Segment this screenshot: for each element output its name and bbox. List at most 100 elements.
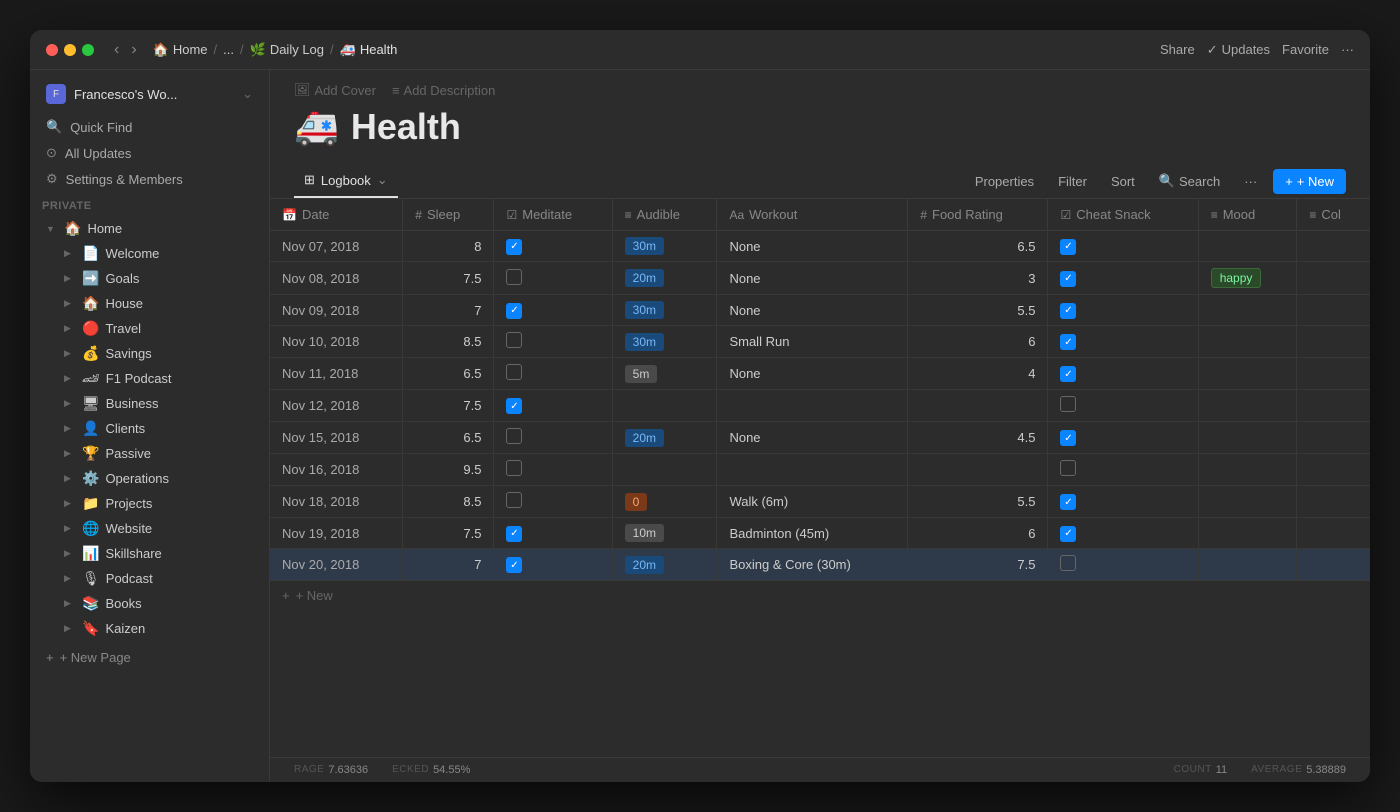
col-cheat-snack[interactable]: ☑ Cheat Snack xyxy=(1048,199,1198,231)
sidebar-item-travel[interactable]: ▶ 🔴 Travel xyxy=(34,316,265,341)
sidebar-item-f1podcast[interactable]: ▶ 🏎 F1 Podcast xyxy=(34,366,265,391)
cell-meditate[interactable] xyxy=(494,422,612,454)
cell-cheat-snack[interactable]: ✓ xyxy=(1048,486,1198,518)
cell-cheat-snack[interactable] xyxy=(1048,390,1198,422)
daily-log-icon: 🌿 xyxy=(250,42,266,58)
cell-meditate[interactable] xyxy=(494,454,612,486)
col-sleep[interactable]: # Sleep xyxy=(403,199,494,231)
cell-cheat-snack[interactable]: ✓ xyxy=(1048,358,1198,390)
sidebar-item-operations[interactable]: ▶ ⚙️ Operations xyxy=(34,466,265,491)
cell-meditate[interactable] xyxy=(494,358,612,390)
cell-meditate[interactable]: ✓ xyxy=(494,549,612,581)
cell-extra xyxy=(1297,295,1370,326)
add-description-button[interactable]: ≡ Add Description xyxy=(392,82,495,98)
table-row[interactable]: Nov 19, 20187.5✓10mBadminton (45m)6✓ xyxy=(270,518,1370,549)
sidebar-all-updates[interactable]: ⊙ All Updates xyxy=(34,140,265,166)
cell-audible: 10m xyxy=(612,518,717,549)
properties-button[interactable]: Properties xyxy=(967,170,1042,193)
more-view-button[interactable]: ··· xyxy=(1236,170,1265,193)
search-button[interactable]: 🔍 Search xyxy=(1151,169,1228,193)
sidebar-item-goals[interactable]: ▶ ➡️ Goals xyxy=(34,266,265,291)
col-mood[interactable]: ≡ Mood xyxy=(1198,199,1297,231)
maximize-button[interactable] xyxy=(82,44,94,56)
sort-button[interactable]: Sort xyxy=(1103,170,1143,193)
new-page-button[interactable]: + + New Page xyxy=(34,645,265,670)
table-row[interactable]: Nov 08, 20187.520mNone3✓happy xyxy=(270,262,1370,295)
sidebar-quick-find[interactable]: 🔍 Quick Find xyxy=(34,114,265,140)
table-row[interactable]: Nov 20, 20187✓20mBoxing & Core (30m)7.5 xyxy=(270,549,1370,581)
cell-meditate[interactable] xyxy=(494,486,612,518)
back-button[interactable]: ‹ xyxy=(110,39,123,61)
table-row[interactable]: Nov 10, 20188.530mSmall Run6✓ xyxy=(270,326,1370,358)
sidebar-settings[interactable]: ⚙ Settings & Members xyxy=(34,166,265,192)
new-record-button[interactable]: + + New xyxy=(1273,169,1346,194)
traffic-lights xyxy=(46,44,94,56)
cell-cheat-snack[interactable]: ✓ xyxy=(1048,422,1198,454)
stat-ecked: ECKED 54.55% xyxy=(392,764,470,776)
col-extra[interactable]: ≡ Col xyxy=(1297,199,1370,231)
add-cover-button[interactable]: 🖼 Add Cover xyxy=(294,82,376,98)
cell-cheat-snack[interactable]: ✓ xyxy=(1048,295,1198,326)
col-food-rating[interactable]: # Food Rating xyxy=(908,199,1048,231)
cell-cheat-snack[interactable] xyxy=(1048,549,1198,581)
operations-icon: ⚙️ xyxy=(82,470,99,487)
sidebar-item-kaizen[interactable]: ▶ 🔖 Kaizen xyxy=(34,616,265,641)
more-options-button[interactable]: ··· xyxy=(1341,42,1354,57)
forward-button[interactable]: › xyxy=(127,39,140,61)
cell-mood xyxy=(1198,549,1297,581)
cell-meditate[interactable] xyxy=(494,262,612,295)
col-meditate[interactable]: ☑ Meditate xyxy=(494,199,612,231)
sidebar-item-savings[interactable]: ▶ 💰 Savings xyxy=(34,341,265,366)
sidebar-item-passive[interactable]: ▶ 🏆 Passive xyxy=(34,441,265,466)
col-date[interactable]: 📅 Date xyxy=(270,199,403,231)
cell-extra xyxy=(1297,231,1370,262)
breadcrumb-home[interactable]: 🏠 Home xyxy=(153,42,208,58)
table-row[interactable]: Nov 18, 20188.50Walk (6m)5.5✓ xyxy=(270,486,1370,518)
col-workout[interactable]: Aa Workout xyxy=(717,199,908,231)
kaizen-icon: 🔖 xyxy=(82,620,99,637)
cell-cheat-snack[interactable]: ✓ xyxy=(1048,518,1198,549)
cell-cheat-snack[interactable]: ✓ xyxy=(1048,262,1198,295)
sidebar-item-house[interactable]: ▶ 🏠 House xyxy=(34,291,265,316)
cell-meditate[interactable]: ✓ xyxy=(494,295,612,326)
minimize-button[interactable] xyxy=(64,44,76,56)
breadcrumb-health[interactable]: 🚑 Health xyxy=(340,42,398,58)
sidebar-item-skillshare[interactable]: ▶ 📊 Skillshare xyxy=(34,541,265,566)
cell-workout xyxy=(717,454,908,486)
cell-cheat-snack[interactable]: ✓ xyxy=(1048,231,1198,262)
cell-meditate[interactable]: ✓ xyxy=(494,390,612,422)
cell-date: Nov 20, 2018 xyxy=(270,549,403,581)
sidebar-item-books[interactable]: ▶ 📚 Books xyxy=(34,591,265,616)
table-row[interactable]: Nov 07, 20188✓30mNone6.5✓ xyxy=(270,231,1370,262)
sidebar-item-clients[interactable]: ▶ 👤 Clients xyxy=(34,416,265,441)
table-row[interactable]: Nov 12, 20187.5✓ xyxy=(270,390,1370,422)
breadcrumb-dots[interactable]: ... xyxy=(223,42,234,57)
table-row[interactable]: Nov 15, 20186.520mNone4.5✓ xyxy=(270,422,1370,454)
sidebar-item-business[interactable]: ▶ 🖥 Business xyxy=(34,391,265,416)
cell-meditate[interactable]: ✓ xyxy=(494,518,612,549)
share-button[interactable]: Share xyxy=(1160,42,1195,57)
sidebar-item-home[interactable]: ▼ 🏠 Home xyxy=(34,216,265,241)
col-audible[interactable]: ≡ Audible xyxy=(612,199,717,231)
table-row[interactable]: Nov 11, 20186.55mNone4✓ xyxy=(270,358,1370,390)
sidebar-item-podcast[interactable]: ▶ 🎙 Podcast xyxy=(34,566,265,591)
table-row[interactable]: Nov 16, 20189.5 xyxy=(270,454,1370,486)
tab-logbook[interactable]: ⊞ Logbook ⌄ xyxy=(294,164,398,198)
food-col-icon: # xyxy=(920,208,927,222)
updates-button[interactable]: ✓ Updates xyxy=(1207,42,1270,58)
cell-meditate[interactable] xyxy=(494,326,612,358)
add-new-row-button[interactable]: + + New xyxy=(270,581,1370,610)
sidebar-item-welcome[interactable]: ▶ 📄 Welcome xyxy=(34,241,265,266)
cell-cheat-snack[interactable] xyxy=(1048,454,1198,486)
table-container[interactable]: 📅 Date # Sleep xyxy=(270,199,1370,757)
sidebar-item-projects[interactable]: ▶ 📁 Projects xyxy=(34,491,265,516)
cell-meditate[interactable]: ✓ xyxy=(494,231,612,262)
filter-button[interactable]: Filter xyxy=(1050,170,1095,193)
favorite-button[interactable]: Favorite xyxy=(1282,42,1329,57)
table-row[interactable]: Nov 09, 20187✓30mNone5.5✓ xyxy=(270,295,1370,326)
workspace-header[interactable]: F Francesco's Wo... ⌄ xyxy=(34,78,265,110)
sidebar-item-website[interactable]: ▶ 🌐 Website xyxy=(34,516,265,541)
cell-cheat-snack[interactable]: ✓ xyxy=(1048,326,1198,358)
breadcrumb-daily-log[interactable]: 🌿 Daily Log xyxy=(250,42,324,58)
close-button[interactable] xyxy=(46,44,58,56)
